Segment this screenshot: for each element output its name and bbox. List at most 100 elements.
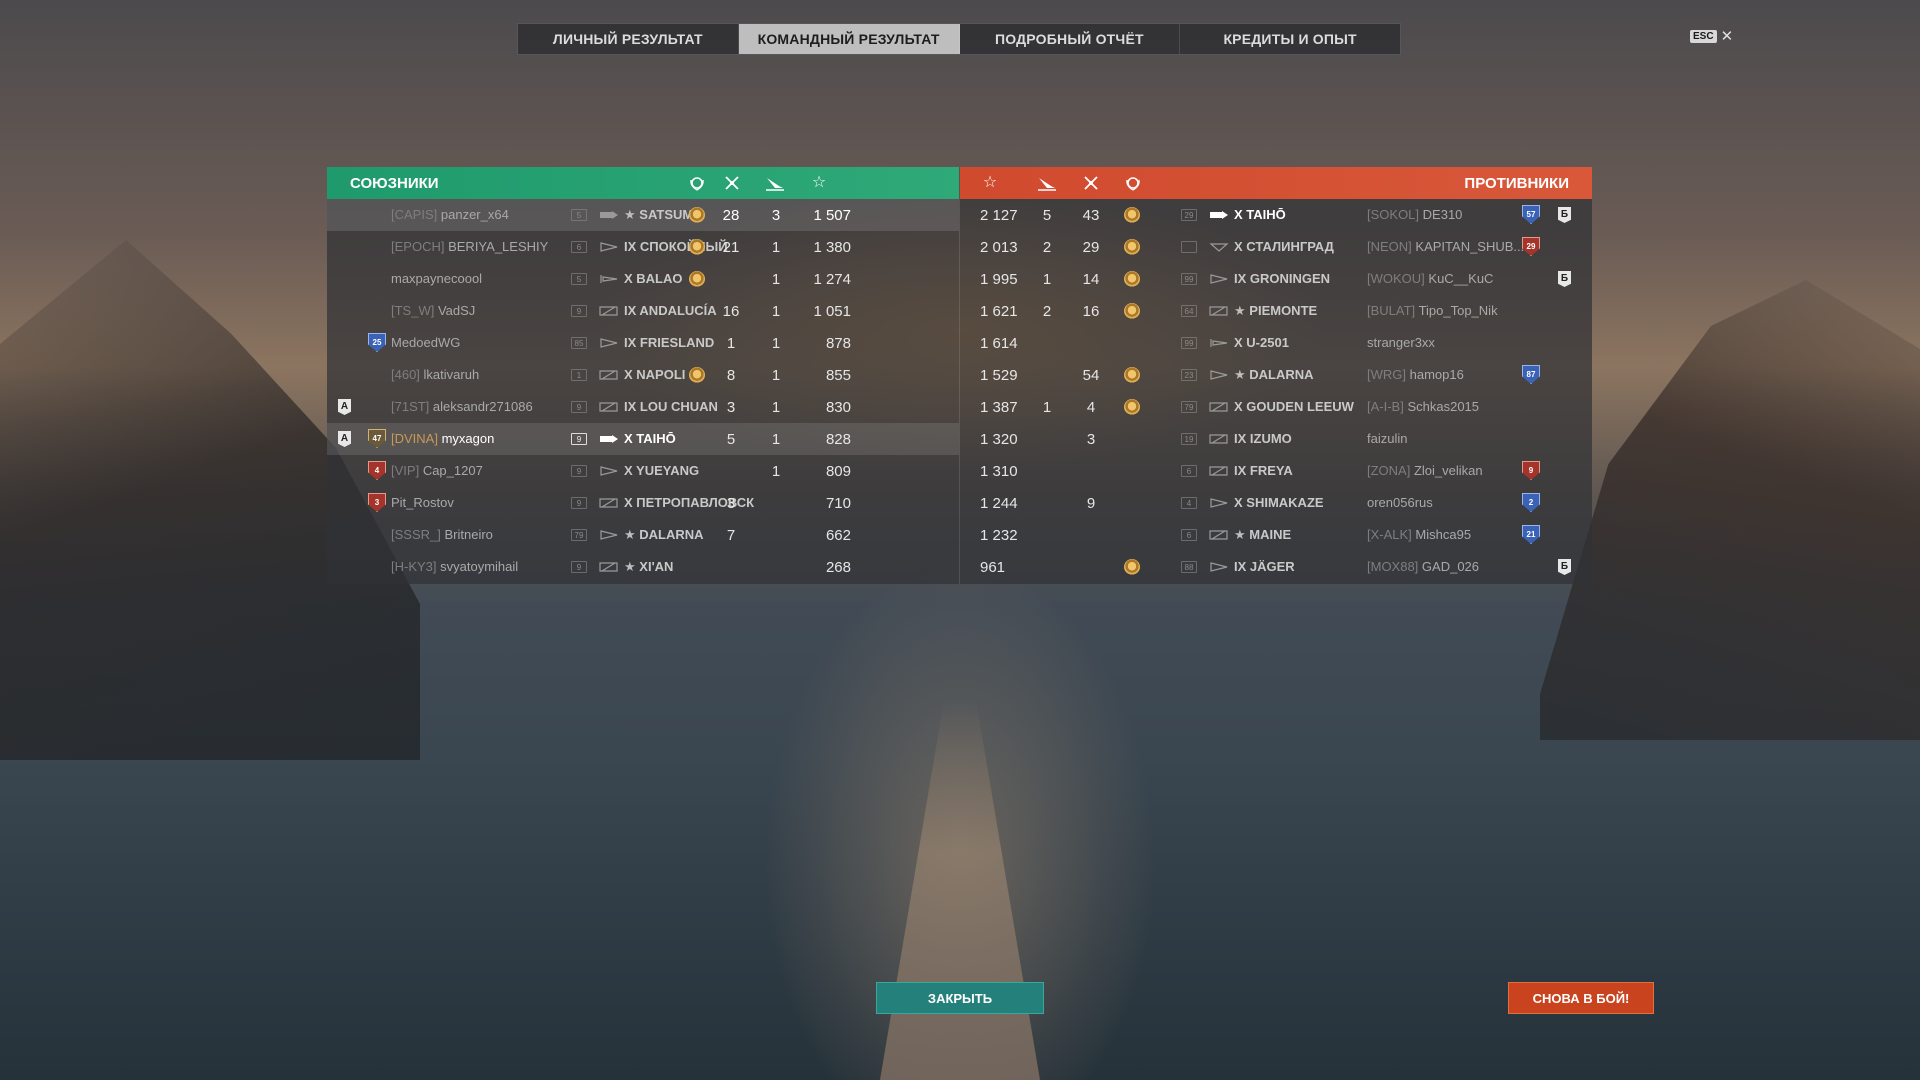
player-name: Pit_Rostov: [391, 495, 454, 510]
ship-cell: ★ DALARNA: [624, 527, 704, 543]
enemy-row[interactable]: 1 995 1 14 99 IX GRONINGEN [WOKOU] KuC__KuC Б: [960, 263, 1592, 295]
ship-name: X BALAO: [624, 271, 683, 286]
close-button[interactable]: ЗАКРЫТЬ: [876, 982, 1044, 1014]
ribbons-value: 1: [771, 303, 781, 320]
allies-title: СОЮЗНИКИ: [350, 175, 439, 192]
division-icon: A: [338, 431, 351, 447]
ribbons-value: 1: [771, 271, 781, 288]
tier-badge: 19: [1181, 433, 1197, 445]
ship-name: IX LOU CHUAN: [624, 399, 718, 414]
premium-star-icon: ★: [1234, 367, 1246, 382]
player-name-cell: oren056rus: [1367, 495, 1433, 510]
close-icon[interactable]: ✕: [1721, 27, 1734, 45]
ship-name: X U-2501: [1234, 335, 1289, 350]
ship-class-destroyer-icon: [1209, 369, 1229, 381]
ship-cell: IX FRIESLAND: [624, 335, 714, 350]
enemy-row[interactable]: 1 310 6 IX FREYA [ZONA] Zloi_velikan 9: [960, 455, 1592, 487]
ribbons-value: 2: [1042, 239, 1052, 256]
premium-star-icon: ★: [624, 207, 636, 222]
clan-rank-badge-icon: 47: [368, 429, 386, 448]
ribbons-value: 3: [771, 207, 781, 224]
clan-tag: [VIP]: [391, 463, 420, 478]
kills-value: 54: [1082, 367, 1100, 384]
enemy-row[interactable]: 2 127 5 43 29 X TAIHŌ [SOKOL] DE310 57 Б: [960, 199, 1592, 231]
tab-3[interactable]: КРЕДИТЫ И ОПЫТ: [1180, 24, 1400, 54]
tab-0[interactable]: ЛИЧНЫЙ РЕЗУЛЬТАТ: [518, 24, 739, 54]
enemies-header: ☆ ПРОТИВНИКИ: [960, 167, 1592, 199]
xp-value: 809: [825, 463, 851, 480]
ally-row[interactable]: 4 [VIP] Cap_1207 9 X YUEYANG 1 809: [327, 455, 959, 487]
xp-value: 1 320: [980, 431, 1018, 448]
enemy-row[interactable]: 1 244 9 4 X SHIMAKAZE oren056rus 2: [960, 487, 1592, 519]
ship-cell: IX ANDALUCÍA: [624, 303, 717, 318]
player-name-cell: [SOKOL] DE310: [1367, 207, 1462, 222]
battle-again-button[interactable]: СНОВА В БОЙ!: [1508, 982, 1654, 1014]
enemy-row[interactable]: 1 320 3 19 IX IZUMO faizulin: [960, 423, 1592, 455]
enemy-row[interactable]: 1 614 99 X U-2501 stranger3xx: [960, 327, 1592, 359]
ribbon-icon: [1037, 174, 1057, 192]
ship-class-destroyer-icon: [599, 241, 619, 253]
player-name: faizulin: [1367, 431, 1408, 446]
ship-name: IX JÄGER: [1234, 559, 1295, 574]
premium-star-icon: ★: [624, 559, 636, 574]
player-name: GAD_026: [1421, 559, 1480, 574]
ally-row[interactable]: A 47 [DVINA] myxagon 9 X TAIHŌ 5 1 828: [327, 423, 959, 455]
enemy-row[interactable]: 961 88 IX JÄGER [MOX88] GAD_026 Б: [960, 551, 1592, 583]
ship-cell: IX IZUMO: [1234, 431, 1292, 446]
xp-value: 1 507: [813, 207, 851, 224]
ribbons-value: 5: [1042, 207, 1052, 224]
ally-row[interactable]: [CAPIS] panzer_x64 5 ★ SATSUMA 28 3 1 507: [327, 199, 959, 231]
esc-close[interactable]: ESC ✕: [1690, 27, 1733, 45]
player-name-cell: [DVINA] myxagon: [391, 431, 494, 446]
player-name-cell: [71ST] aleksandr271086: [391, 399, 533, 414]
clan-rank-badge-icon: 57: [1522, 205, 1540, 224]
enemy-row[interactable]: 1 529 54 23 ★ DALARNA [WRG] hamop16 87: [960, 359, 1592, 391]
ship-name: DALARNA: [639, 527, 704, 542]
tab-1[interactable]: КОМАНДНЫЙ РЕЗУЛЬТАТ: [738, 24, 960, 54]
allies-header: СОЮЗНИКИ ☆: [327, 167, 959, 199]
ally-row[interactable]: A [71ST] aleksandr271086 9 IX LOU CHUAN 3 1 83…: [327, 391, 959, 423]
enemy-row[interactable]: 1 621 2 16 64 ★ PIEMONTE [BULAT] Tipo_Top_Nik: [960, 295, 1592, 327]
tab-2[interactable]: ПОДРОБНЫЙ ОТЧЁТ: [960, 24, 1181, 54]
tier-badge: 99: [1181, 273, 1197, 285]
xp-value: 662: [825, 527, 851, 544]
player-name-cell: stranger3xx: [1367, 335, 1435, 350]
tier-badge: 23: [1181, 369, 1197, 381]
enemy-row[interactable]: 2 013 2 29 X СТАЛИНГРАД [NEON] KAPITAN_SHUB.…: [960, 231, 1592, 263]
kills-value: 28: [722, 207, 740, 224]
ribbons-value: 1: [771, 335, 781, 352]
clan-tag: [CAPIS]: [391, 207, 438, 222]
ally-row[interactable]: 3 Pit_Rostov 9 X ПЕТРОПАВЛОВСК 3 710: [327, 487, 959, 519]
xp-value: 1 244: [980, 495, 1018, 512]
ally-row[interactable]: [TS_W] VadSJ 9 IX ANDALUCÍA 16 1 1 051: [327, 295, 959, 327]
tier-badge: 1: [571, 369, 587, 381]
enemy-row[interactable]: 1 232 6 ★ MAINE [X-ALK] Mishca95 21: [960, 519, 1592, 551]
ally-row[interactable]: maxpaynecoool 5 X BALAO 1 1 274: [327, 263, 959, 295]
clan-tag: [X-ALK]: [1367, 527, 1412, 542]
player-name-cell: [SSSR_] Britneiro: [391, 527, 493, 542]
ally-row[interactable]: 25 MedoedWG 85 IX FRIESLAND 1 1 878: [327, 327, 959, 359]
ally-row[interactable]: [H-KY3] svyatoymihail 9 ★ XI'AN 268: [327, 551, 959, 583]
xp-value: 828: [825, 431, 851, 448]
ally-row[interactable]: [SSSR_] Britneiro 79 ★ DALARNA 7 662: [327, 519, 959, 551]
ally-row[interactable]: [460] lkativaruh 1 X NAPOLI 8 1 855: [327, 359, 959, 391]
result-tabs: ЛИЧНЫЙ РЕЗУЛЬТАТ КОМАНДНЫЙ РЕЗУЛЬТАТ ПОДРО…: [517, 23, 1401, 55]
enemy-row[interactable]: 1 387 1 4 79 X GOUDEN LEEUW [A-I-B] Schkas201…: [960, 391, 1592, 423]
ribbon-icon: [765, 174, 785, 192]
enemies-title: ПРОТИВНИКИ: [1464, 175, 1569, 192]
ship-name: DALARNA: [1249, 367, 1314, 382]
ship-cell: ★ MAINE: [1234, 527, 1291, 543]
background-ship-deck: [880, 700, 1040, 1080]
clan-tag: [NEON]: [1367, 239, 1412, 254]
ribbons-value: 1: [1042, 399, 1052, 416]
ally-row[interactable]: [EPOCH] BERIYA_LESHIY 6 IX СПОКОЙНЫЙ 21 1 1 3…: [327, 231, 959, 263]
esc-key-icon: ESC: [1690, 29, 1717, 43]
xp-value: 710: [825, 495, 851, 512]
ship-class-destroyer-icon: [599, 529, 619, 541]
ship-class-cruiser-icon: [1209, 433, 1229, 445]
player-name-cell: [CAPIS] panzer_x64: [391, 207, 509, 222]
player-name: aleksandr271086: [432, 399, 533, 414]
medal-icon: [689, 239, 705, 255]
ship-cell: X GOUDEN LEEUW: [1234, 399, 1354, 414]
clan-tag: [BULAT]: [1367, 303, 1416, 318]
